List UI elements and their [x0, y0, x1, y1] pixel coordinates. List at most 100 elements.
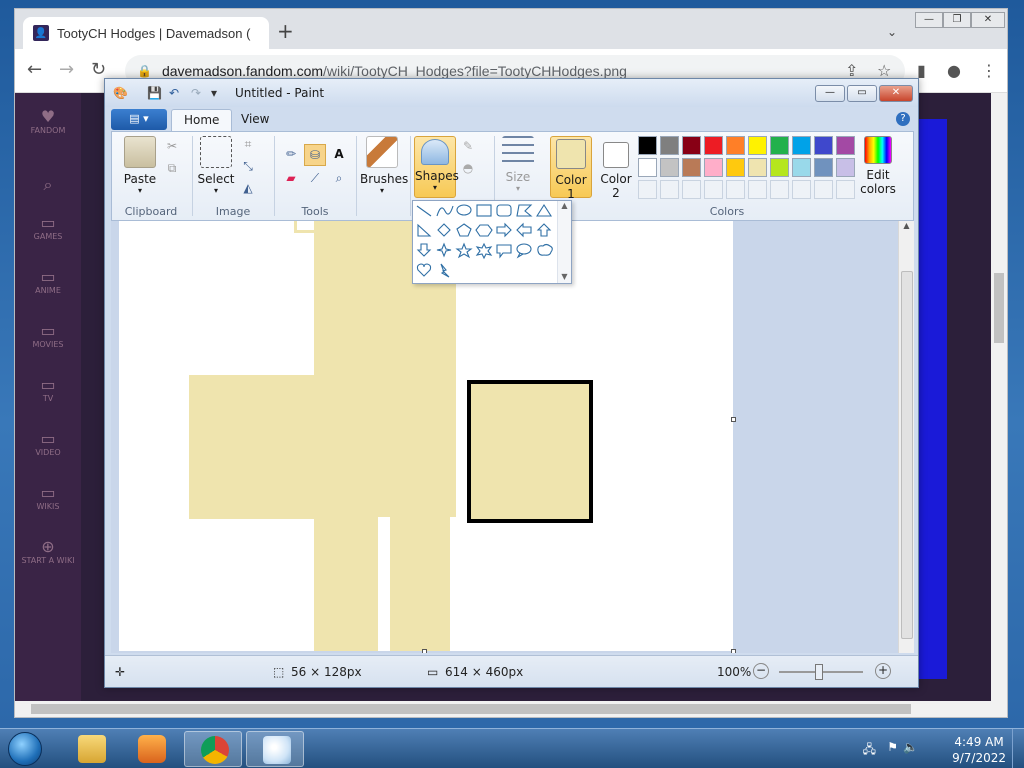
kebab-menu-icon[interactable]: ⋮: [981, 61, 997, 80]
color-picker-icon[interactable]: ⟋: [304, 168, 326, 190]
browser-tab[interactable]: 👤 TootyCH Hodges | Davemadson (: [23, 17, 269, 49]
pencil-icon[interactable]: ✏: [280, 144, 302, 166]
rail-item-wikis[interactable]: ▭ WIKIS: [15, 483, 81, 511]
custom-color-slot[interactable]: [704, 180, 723, 199]
four-point-star-shape-icon[interactable]: [436, 242, 452, 258]
page-horizontal-scrollbar[interactable]: [15, 701, 1007, 717]
custom-color-slot[interactable]: [660, 180, 679, 199]
scroll-up-icon[interactable]: ▲: [899, 221, 914, 230]
resize-handle[interactable]: [731, 649, 736, 653]
new-tab-button[interactable]: +: [277, 21, 294, 41]
paint-minimize-button[interactable]: —: [815, 85, 845, 102]
redo-icon[interactable]: ↷: [191, 86, 201, 100]
resize-handle[interactable]: [422, 649, 427, 653]
edit-colors-button[interactable]: Edit colors: [856, 136, 900, 196]
pentagon-shape-icon[interactable]: [456, 223, 472, 237]
copy-icon[interactable]: ⧉: [162, 158, 182, 178]
rounded-callout-shape-icon[interactable]: [496, 244, 512, 259]
palette-swatch[interactable]: [638, 158, 657, 177]
palette-swatch[interactable]: [814, 136, 833, 155]
gallery-scroll-up-icon[interactable]: ▲: [558, 201, 571, 210]
volume-icon[interactable]: 🔈: [903, 740, 918, 754]
rail-item-fandom[interactable]: ♥ FANDOM: [15, 107, 81, 135]
zoom-out-button[interactable]: −: [753, 663, 769, 679]
palette-swatch[interactable]: [792, 136, 811, 155]
canvas-area[interactable]: ▲: [111, 221, 914, 653]
close-button[interactable]: ✕: [971, 12, 1005, 28]
paste-button[interactable]: Paste ▾: [120, 136, 160, 195]
right-triangle-shape-icon[interactable]: [417, 223, 432, 237]
rectangle-shape-icon[interactable]: [476, 204, 492, 217]
help-icon[interactable]: ?: [896, 112, 910, 126]
cloud-callout-shape-icon[interactable]: [537, 243, 553, 256]
palette-swatch[interactable]: [792, 158, 811, 177]
rail-item-games[interactable]: ▭ GAMES: [15, 213, 81, 241]
eraser-icon[interactable]: ▰: [280, 168, 302, 190]
custom-color-slot[interactable]: [770, 180, 789, 199]
back-arrow-icon[interactable]: ←: [27, 59, 42, 80]
undo-icon[interactable]: ↶: [169, 86, 179, 100]
diamond-shape-icon[interactable]: [437, 223, 451, 237]
palette-swatch[interactable]: [814, 158, 833, 177]
zoom-slider-thumb[interactable]: [815, 664, 823, 680]
scrollbar-thumb[interactable]: [994, 273, 1004, 343]
tab-home[interactable]: Home: [171, 109, 233, 131]
outline-icon[interactable]: ✎: [458, 136, 478, 156]
left-arrow-shape-icon[interactable]: [516, 222, 532, 238]
lightning-shape-icon[interactable]: [440, 263, 450, 278]
rail-item-tv[interactable]: ▭ TV: [15, 375, 81, 403]
palette-swatch[interactable]: [638, 136, 657, 155]
palette-swatch[interactable]: [660, 158, 679, 177]
custom-color-slot[interactable]: [836, 180, 855, 199]
paint-close-button[interactable]: ✕: [879, 85, 913, 102]
paint-app-icon[interactable]: 🎨: [113, 86, 128, 100]
right-arrow-shape-icon[interactable]: [496, 222, 512, 238]
text-tool-icon[interactable]: A: [328, 144, 350, 166]
custom-color-slot[interactable]: [726, 180, 745, 199]
resize-icon[interactable]: ⤡: [238, 156, 258, 176]
gallery-scrollbar[interactable]: ▲ ▼: [557, 201, 571, 283]
size-button[interactable]: Size ▾: [498, 136, 538, 193]
action-center-icon[interactable]: ⚑: [887, 740, 898, 754]
selected-rectangle-shape[interactable]: [467, 380, 593, 523]
custom-color-slot[interactable]: [682, 180, 701, 199]
select-button[interactable]: Select ▾: [196, 136, 236, 195]
oval-shape-icon[interactable]: [456, 204, 472, 216]
cut-icon[interactable]: ✂: [162, 136, 182, 156]
custom-color-slot[interactable]: [638, 180, 657, 199]
palette-swatch[interactable]: [836, 136, 855, 155]
taskbar-chrome[interactable]: [184, 731, 242, 767]
palette-swatch[interactable]: [704, 136, 723, 155]
curve-shape-icon[interactable]: [436, 205, 454, 217]
customize-quick-access-icon[interactable]: ▾: [211, 86, 217, 100]
polygon-shape-icon[interactable]: [516, 204, 533, 217]
line-shape-icon[interactable]: [416, 205, 432, 217]
magnifier-icon[interactable]: ⌕: [328, 168, 350, 190]
shapes-button[interactable]: Shapes ▾: [414, 136, 459, 198]
palette-swatch[interactable]: [704, 158, 723, 177]
palette-swatch[interactable]: [748, 158, 767, 177]
palette-swatch[interactable]: [748, 136, 767, 155]
crop-icon[interactable]: ⌗: [238, 134, 258, 154]
palette-swatch[interactable]: [682, 136, 701, 155]
rail-item-search[interactable]: ⌕: [15, 175, 81, 195]
fill-icon[interactable]: ◓: [458, 158, 478, 178]
profile-avatar-icon[interactable]: ●: [947, 61, 961, 80]
scrollbar-thumb[interactable]: [901, 271, 913, 639]
restore-button[interactable]: ❐: [943, 12, 971, 28]
tab-search-chevron-icon[interactable]: ⌄: [887, 25, 897, 39]
six-point-star-shape-icon[interactable]: [475, 242, 493, 260]
palette-swatch[interactable]: [660, 136, 679, 155]
triangle-shape-icon[interactable]: [535, 203, 553, 217]
palette-swatch[interactable]: [726, 158, 745, 177]
minimize-button[interactable]: —: [915, 12, 943, 28]
hexagon-shape-icon[interactable]: [475, 224, 493, 237]
taskbar-media-player[interactable]: [122, 731, 180, 767]
drawing-canvas[interactable]: [119, 221, 736, 653]
reload-icon[interactable]: ↻: [91, 59, 106, 80]
brushes-button[interactable]: Brushes ▾: [360, 136, 408, 195]
show-desktop-button[interactable]: [1012, 729, 1024, 768]
custom-color-slot[interactable]: [748, 180, 767, 199]
color1-button[interactable]: Color 1: [550, 136, 592, 201]
gallery-scroll-down-icon[interactable]: ▼: [558, 272, 571, 281]
